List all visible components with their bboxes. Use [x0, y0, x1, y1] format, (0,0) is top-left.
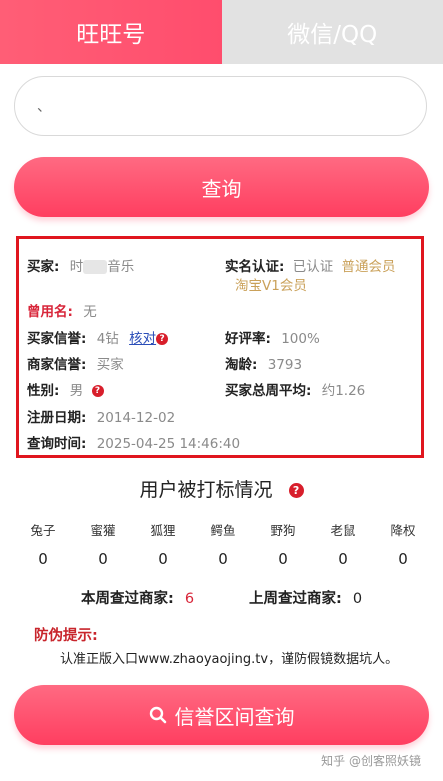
register-row: 注册日期: 2014-12-02 [27, 406, 175, 426]
query-time-row: 查询时间: 2025-04-25 14:46:40 [27, 432, 240, 452]
help-icon[interactable]: ? [156, 333, 169, 345]
buyer-row: 买家: 时 音乐 [27, 255, 134, 275]
help-icon[interactable]: ? [288, 483, 304, 498]
tag-count: 0 [398, 550, 408, 568]
tag-count: 0 [38, 550, 48, 568]
tag-counts: 0 0 0 0 0 0 0 [18, 550, 428, 568]
tag-count: 0 [218, 550, 228, 568]
account-input[interactable]: 、 [14, 76, 427, 136]
credit-range-label: 信誉区间查询 [174, 704, 295, 729]
tab-wangwang[interactable]: 旺旺号 [0, 0, 222, 64]
taobao-age-row: 淘龄: 3793 [225, 353, 302, 373]
member-level: 普通会员 [341, 259, 396, 275]
tag-category: 老鼠 [330, 523, 356, 538]
taobao-level-text: 淘宝V1会员 [235, 278, 307, 294]
tag-category: 狐狸 [150, 523, 176, 538]
warning-title: 防伪提示: [34, 628, 98, 644]
register-label: 注册日期: [27, 410, 87, 426]
tag-category: 降权 [390, 523, 416, 538]
old-name-row: 曾用名: 无 [27, 300, 97, 320]
buyer-credit-value: 4钻 [96, 331, 119, 347]
old-name-value: 无 [83, 304, 97, 320]
last-week-merchants: 上周查过商家: 0 [249, 587, 362, 608]
query-time-value: 2025-04-25 14:46:40 [96, 436, 241, 452]
this-week-merchants: 本周查过商家: 6 [81, 587, 194, 608]
seller-credit-value: 买家 [96, 357, 124, 373]
buyer-label: 买家: [27, 259, 60, 275]
warning-text: 认准正版入口www.zhaoyaojing.tv，谨防假镜数据坑人。 [60, 652, 399, 667]
tagging-title-text: 用户被打标情况 [139, 479, 273, 501]
tag-category: 兔子 [30, 523, 56, 538]
this-week-value: 6 [184, 591, 195, 607]
last-week-value: 0 [352, 591, 363, 607]
gender-row: 性别: 男 ? [27, 379, 104, 399]
tag-category: 蜜獾 [90, 523, 116, 538]
realname-label: 实名认证: [225, 259, 285, 275]
tab-wechat-qq[interactable]: 微信/QQ [221, 0, 443, 64]
query-time-label: 查询时间: [27, 436, 87, 452]
this-week-label: 本周查过商家: [81, 591, 174, 607]
good-rate-label: 好评率: [225, 331, 271, 347]
weekly-avg-value: 约1.26 [321, 383, 366, 399]
blurred-region [83, 260, 108, 274]
buyer-value-a: 时 [69, 259, 84, 275]
good-rate-row: 好评率: 100% [225, 327, 320, 347]
result-panel: 买家: 时 音乐 实名认证: 已认证 普通会员 淘宝V1会员 曾用名: 无 买家信… [16, 236, 424, 458]
realname-row: 实名认证: 已认证 普通会员 [225, 255, 396, 275]
good-rate-value: 100% [281, 331, 320, 347]
weekly-avg-label: 买家总周平均: [225, 383, 312, 399]
watermark: 知乎 @创客照妖镜 [321, 754, 421, 768]
account-input-value: 、 [37, 99, 51, 115]
help-icon[interactable]: ? [91, 385, 104, 397]
tagging-title: 用户被打标情况 ? [0, 475, 443, 502]
credit-range-button[interactable]: 信誉区间查询 [14, 685, 429, 745]
verify-link[interactable]: 核对 [129, 331, 156, 347]
tag-count: 0 [158, 550, 168, 568]
taobao-age-value: 3793 [267, 357, 303, 373]
tag-category: 鳄鱼 [210, 523, 236, 538]
query-button[interactable]: 查询 [14, 157, 429, 217]
buyer-credit-row: 买家信誉: 4钻 核对? [27, 327, 169, 347]
register-value: 2014-12-02 [96, 410, 176, 426]
gender-label: 性别: [27, 383, 60, 399]
tag-category: 野狗 [270, 523, 296, 538]
gender-value: 男 [69, 383, 84, 399]
tag-count: 0 [278, 550, 288, 568]
buyer-value-b: 音乐 [107, 259, 135, 275]
old-name-label: 曾用名: [27, 304, 73, 320]
taobao-age-label: 淘龄: [225, 357, 258, 373]
search-icon [149, 706, 166, 724]
tag-count: 0 [338, 550, 348, 568]
tag-count: 0 [98, 550, 108, 568]
realname-value: 已认证 [292, 259, 334, 275]
last-week-label: 上周查过商家: [249, 591, 342, 607]
tab-bar: 旺旺号 微信/QQ [0, 0, 443, 64]
buyer-credit-label: 买家信誉: [27, 331, 87, 347]
seller-credit-label: 商家信誉: [27, 357, 87, 373]
taobao-level: 淘宝V1会员 [235, 274, 307, 294]
tag-categories: 兔子 蜜獾 狐狸 鳄鱼 野狗 老鼠 降权 [18, 520, 428, 539]
weekly-avg-row: 买家总周平均: 约1.26 [225, 379, 365, 399]
seller-credit-row: 商家信誉: 买家 [27, 353, 124, 373]
